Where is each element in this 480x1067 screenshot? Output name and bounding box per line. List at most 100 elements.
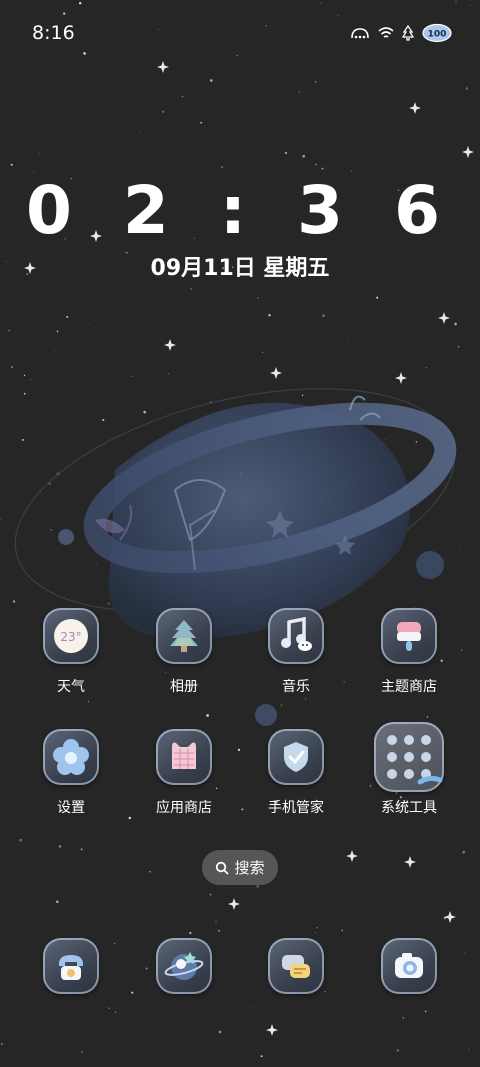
star-dot — [253, 1005, 254, 1007]
star-dot — [140, 131, 142, 133]
star-dot — [257, 297, 259, 299]
star-dot — [376, 296, 379, 299]
star-dot — [465, 87, 469, 90]
star-dot — [468, 1049, 470, 1051]
dock-camera[interactable] — [359, 938, 459, 994]
star-dot — [241, 808, 244, 811]
star-dot — [38, 153, 40, 154]
app-app-store[interactable]: 应用商店 — [134, 729, 234, 817]
nfc-icon — [351, 28, 369, 39]
star-dot — [131, 991, 134, 994]
sparkle-star — [404, 856, 416, 868]
star-dot — [53, 349, 55, 351]
star-dot — [284, 151, 287, 155]
star-dot — [56, 900, 59, 903]
system-tools-folder-icon — [374, 722, 444, 792]
app-settings[interactable]: 设置 — [21, 729, 121, 817]
star-dot — [315, 163, 318, 166]
status-bar: 8:16 100 — [0, 0, 480, 68]
phone-icon — [43, 938, 99, 994]
app-label: 应用商店 — [156, 800, 212, 816]
star-dot — [297, 105, 298, 107]
app-gallery[interactable]: 相册 — [134, 608, 234, 696]
star-dot — [209, 893, 212, 896]
search-label: 搜索 — [234, 859, 265, 877]
app-label: 主题商店 — [381, 679, 437, 695]
sparkle-star — [462, 146, 474, 158]
star-dot — [218, 1030, 222, 1034]
app-system-tools-folder[interactable]: 系统工具 — [359, 722, 459, 817]
camera-icon — [381, 938, 437, 994]
music-icon — [268, 608, 324, 664]
app-music[interactable]: 音乐 — [246, 608, 346, 696]
star-dot — [0, 1043, 3, 1045]
star-dot — [127, 1020, 129, 1021]
star-dot — [56, 330, 59, 333]
star-dot — [424, 1010, 427, 1013]
star-dot — [302, 154, 306, 158]
star-dot — [454, 322, 457, 326]
star-dot — [260, 1055, 263, 1058]
weather-icon: 23° — [43, 608, 99, 664]
app-weather[interactable]: 23° 天气 — [21, 608, 121, 696]
app-label: 天气 — [57, 679, 85, 695]
dock-browser[interactable] — [134, 938, 234, 994]
browser-icon — [156, 938, 212, 994]
star-dot — [181, 95, 184, 98]
dock-phone[interactable] — [21, 938, 121, 994]
star-dot — [221, 166, 223, 168]
app-phone-manager[interactable]: 手机管家 — [246, 729, 346, 817]
status-time: 8:16 — [32, 22, 75, 44]
star-dot — [128, 816, 132, 820]
star-dot — [402, 1017, 405, 1019]
star-dot — [58, 845, 62, 848]
star-dot — [66, 315, 69, 318]
lockscreen-clock: 0 2 : 3 6 — [26, 172, 454, 249]
star-dot — [209, 79, 213, 82]
star-dot — [256, 885, 260, 888]
star-dot — [218, 929, 220, 932]
star-dot — [347, 341, 349, 342]
star-dot — [81, 1050, 83, 1053]
sparkle-star — [438, 312, 450, 324]
messages-icon — [268, 938, 324, 994]
search-button[interactable]: 搜索 — [202, 850, 278, 885]
star-dot — [298, 91, 301, 93]
star-dot — [314, 80, 317, 83]
settings-icon — [43, 729, 99, 785]
star-dot — [189, 931, 192, 935]
star-dot — [262, 352, 264, 353]
star-dot — [396, 1049, 399, 1052]
star-dot — [114, 1011, 116, 1013]
lockscreen-date: 09月11日 星期五 — [150, 256, 330, 281]
star-dot — [200, 121, 203, 124]
star-dot — [108, 1007, 110, 1009]
signal-icon — [402, 25, 414, 41]
star-dot — [425, 367, 427, 369]
star-dot — [149, 870, 151, 873]
sparkle-star — [409, 102, 421, 114]
star-dot — [316, 927, 318, 929]
wifi-icon — [378, 27, 394, 38]
star-dot — [190, 302, 192, 304]
star-dot — [190, 288, 193, 290]
sparkle-star — [228, 898, 240, 910]
star-dot — [19, 838, 23, 842]
sparkle-star — [266, 1024, 278, 1036]
star-dot — [8, 329, 11, 332]
search-icon — [216, 861, 229, 874]
star-dot — [268, 314, 271, 317]
star-dot — [321, 167, 324, 170]
dock-messages[interactable] — [246, 938, 346, 994]
gallery-icon — [156, 608, 212, 664]
app-theme-store[interactable]: 主题商店 — [359, 608, 459, 696]
star-dot — [462, 850, 466, 854]
sparkle-star — [164, 339, 176, 351]
battery-icon: 100 — [422, 23, 452, 43]
theme-store-icon — [381, 608, 437, 664]
star-dot — [215, 921, 217, 923]
star-dot — [10, 366, 13, 369]
star-dot — [89, 324, 90, 325]
star-dot — [80, 848, 83, 851]
app-store-icon — [156, 729, 212, 785]
